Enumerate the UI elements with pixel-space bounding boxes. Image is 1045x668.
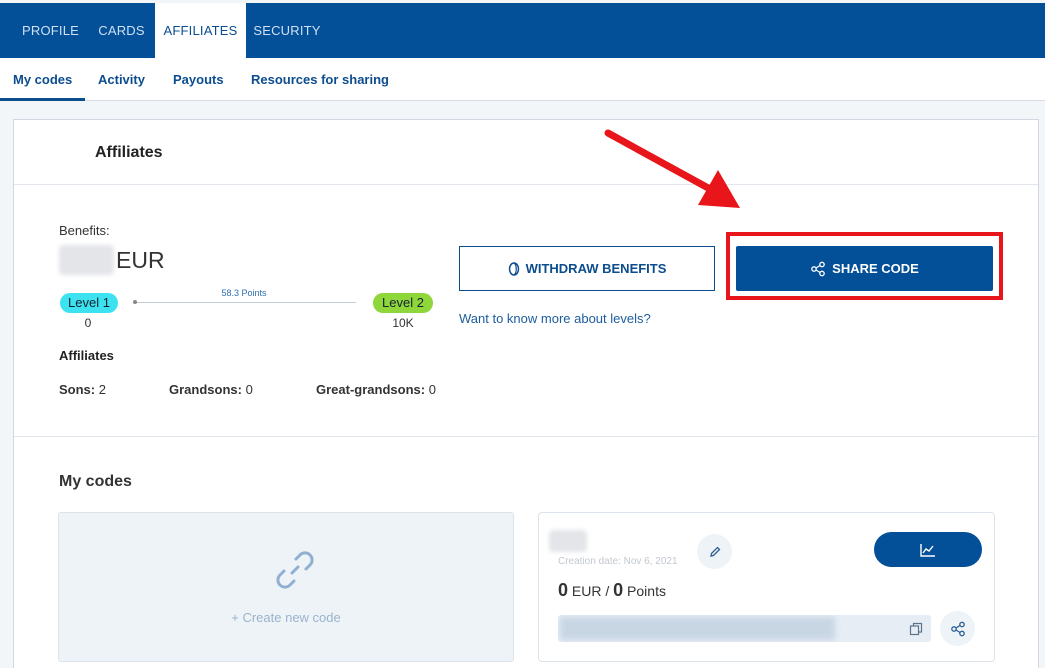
withdraw-benefits-label: WITHDRAW BENEFITS (525, 261, 667, 276)
copy-link-button[interactable] (903, 617, 929, 640)
share-code-icon-button[interactable] (940, 611, 975, 646)
tab-affiliates[interactable]: AFFILIATES (155, 3, 246, 58)
code-earnings: 0 EUR / 0 Points (558, 580, 666, 601)
level-progress-bar (135, 302, 356, 303)
code-points-value: 0 (613, 580, 624, 600)
coin-icon (508, 261, 519, 276)
chart-icon (920, 543, 935, 557)
great-grandsons-stat: Great-grandsons: 0 (316, 382, 436, 397)
annotation-arrow (604, 129, 740, 208)
sons-value: 2 (98, 382, 106, 397)
subtab-my-codes[interactable]: My codes (13, 72, 72, 87)
benefits-label: Benefits: (59, 223, 110, 238)
level-2-value: 10K (392, 316, 414, 330)
levels-info-link[interactable]: Want to know more about levels? (459, 311, 651, 326)
subtab-resources[interactable]: Resources for sharing (251, 72, 389, 87)
grandsons-label: Grandsons: (169, 382, 242, 397)
my-codes-heading: My codes (59, 473, 132, 490)
section-divider (14, 436, 1038, 437)
code-separator: / (605, 583, 610, 599)
edit-code-button[interactable] (697, 534, 732, 569)
create-new-code-label: + Create new code (231, 610, 341, 625)
level-progress-marker (133, 300, 137, 304)
create-new-code-tile[interactable]: + Create new code (58, 512, 514, 662)
code-link-redacted (560, 617, 835, 640)
copy-icon (909, 622, 923, 635)
background-pattern (0, 101, 1045, 119)
pencil-icon (709, 546, 720, 557)
code-stats-button[interactable] (874, 532, 982, 567)
top-nav-bar: PROFILE CARDS AFFILIATES SECURITY (0, 3, 1045, 58)
subtab-payouts[interactable]: Payouts (173, 72, 224, 87)
code-eur-unit: EUR (571, 583, 602, 599)
benefits-currency: EUR (116, 247, 165, 273)
card-title: Affiliates (95, 144, 163, 161)
affiliates-section-heading: Affiliates (59, 348, 114, 363)
share-icon (950, 621, 965, 636)
tab-profile[interactable]: PROFILE (13, 3, 88, 58)
benefits-amount-redacted (59, 245, 114, 275)
tab-cards[interactable]: CARDS (88, 3, 155, 58)
grandsons-stat: Grandsons: 0 (169, 382, 253, 397)
affiliates-card: Affiliates Benefits: EUR Level 1 58.3 Po… (13, 119, 1039, 668)
level-1-value: 0 (84, 316, 92, 330)
great-grandsons-value: 0 (428, 382, 436, 397)
subtab-activity[interactable]: Activity (98, 72, 145, 87)
tab-security[interactable]: SECURITY (246, 3, 328, 58)
level-2-badge: Level 2 (373, 293, 433, 313)
link-icon (276, 551, 314, 589)
grandsons-value: 0 (245, 382, 253, 397)
great-grandsons-label: Great-grandsons: (316, 382, 426, 397)
code-link-field[interactable] (558, 615, 931, 642)
sons-stat: Sons: 2 (59, 382, 106, 397)
sons-label: Sons: (59, 382, 96, 397)
creation-date: Creation date: Nov 6, 2021 (558, 556, 678, 567)
header-divider (14, 184, 1038, 185)
withdraw-benefits-button[interactable]: WITHDRAW BENEFITS (459, 246, 715, 291)
code-name-redacted (549, 530, 587, 552)
code-eur-value: 0 (558, 580, 569, 600)
code-card: Creation date: Nov 6, 2021 0 EUR / 0 Poi… (538, 512, 995, 662)
annotation-highlight-box (726, 232, 1003, 300)
code-points-unit: Points (627, 583, 666, 599)
points-progress-label: 58.3 Points (221, 288, 267, 298)
sub-nav-bar: My codes Activity Payouts Resources for … (0, 58, 1045, 101)
level-1-badge: Level 1 (60, 293, 118, 313)
